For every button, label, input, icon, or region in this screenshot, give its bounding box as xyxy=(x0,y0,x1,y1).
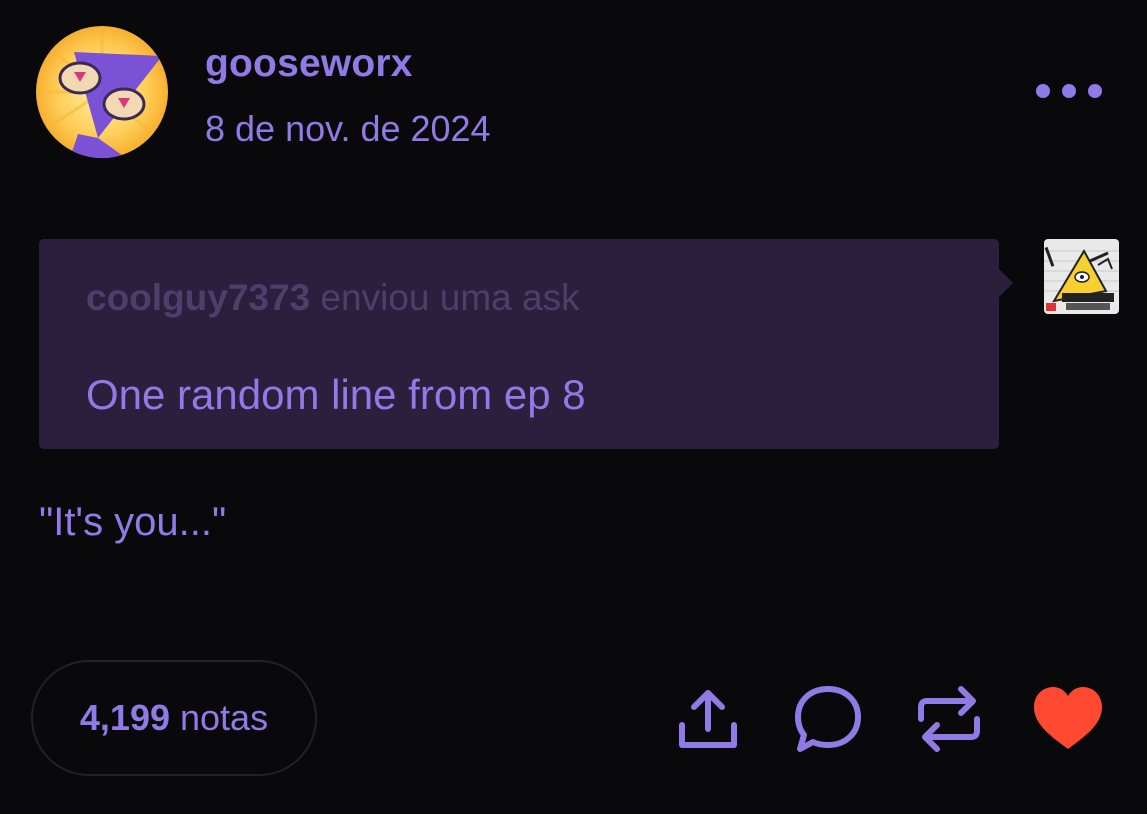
more-options-dot xyxy=(1062,84,1076,98)
notes-button[interactable]: 4,199 notas xyxy=(31,660,317,776)
more-options-dot xyxy=(1088,84,1102,98)
notes-count: 4,199 xyxy=(79,697,170,738)
share-button[interactable] xyxy=(672,683,744,755)
asker-avatar[interactable] xyxy=(1044,239,1119,314)
more-options-button[interactable] xyxy=(1036,78,1102,104)
notes-label: notas xyxy=(180,697,269,738)
reblog-button[interactable] xyxy=(913,683,985,755)
ask-bubble: coolguy7373 enviou uma ask One random li… xyxy=(39,239,1013,449)
post-date[interactable]: 8 de nov. de 2024 xyxy=(205,108,491,150)
user-avatar[interactable] xyxy=(36,26,168,158)
bill-cipher-card-icon xyxy=(1044,239,1119,314)
heart-icon xyxy=(1034,687,1102,749)
like-button[interactable] xyxy=(1032,683,1104,755)
avatar-image xyxy=(36,26,168,158)
ask-sent-label: enviou uma ask xyxy=(320,277,580,318)
asker-name[interactable]: coolguy7373 xyxy=(86,277,310,318)
more-options-icon xyxy=(1036,84,1050,98)
reply-button[interactable] xyxy=(792,683,864,755)
share-icon xyxy=(679,690,737,748)
post: gooseworx 8 de nov. de 2024 coolguy7373 … xyxy=(0,0,1147,814)
reblog-icon xyxy=(918,686,980,752)
answer-text: "It's you..." xyxy=(39,500,227,544)
post-username[interactable]: gooseworx xyxy=(205,42,413,86)
reply-icon xyxy=(795,686,861,752)
ask-question: One random line from ep 8 xyxy=(86,371,586,418)
ask-header: coolguy7373 enviou uma ask xyxy=(86,277,580,319)
